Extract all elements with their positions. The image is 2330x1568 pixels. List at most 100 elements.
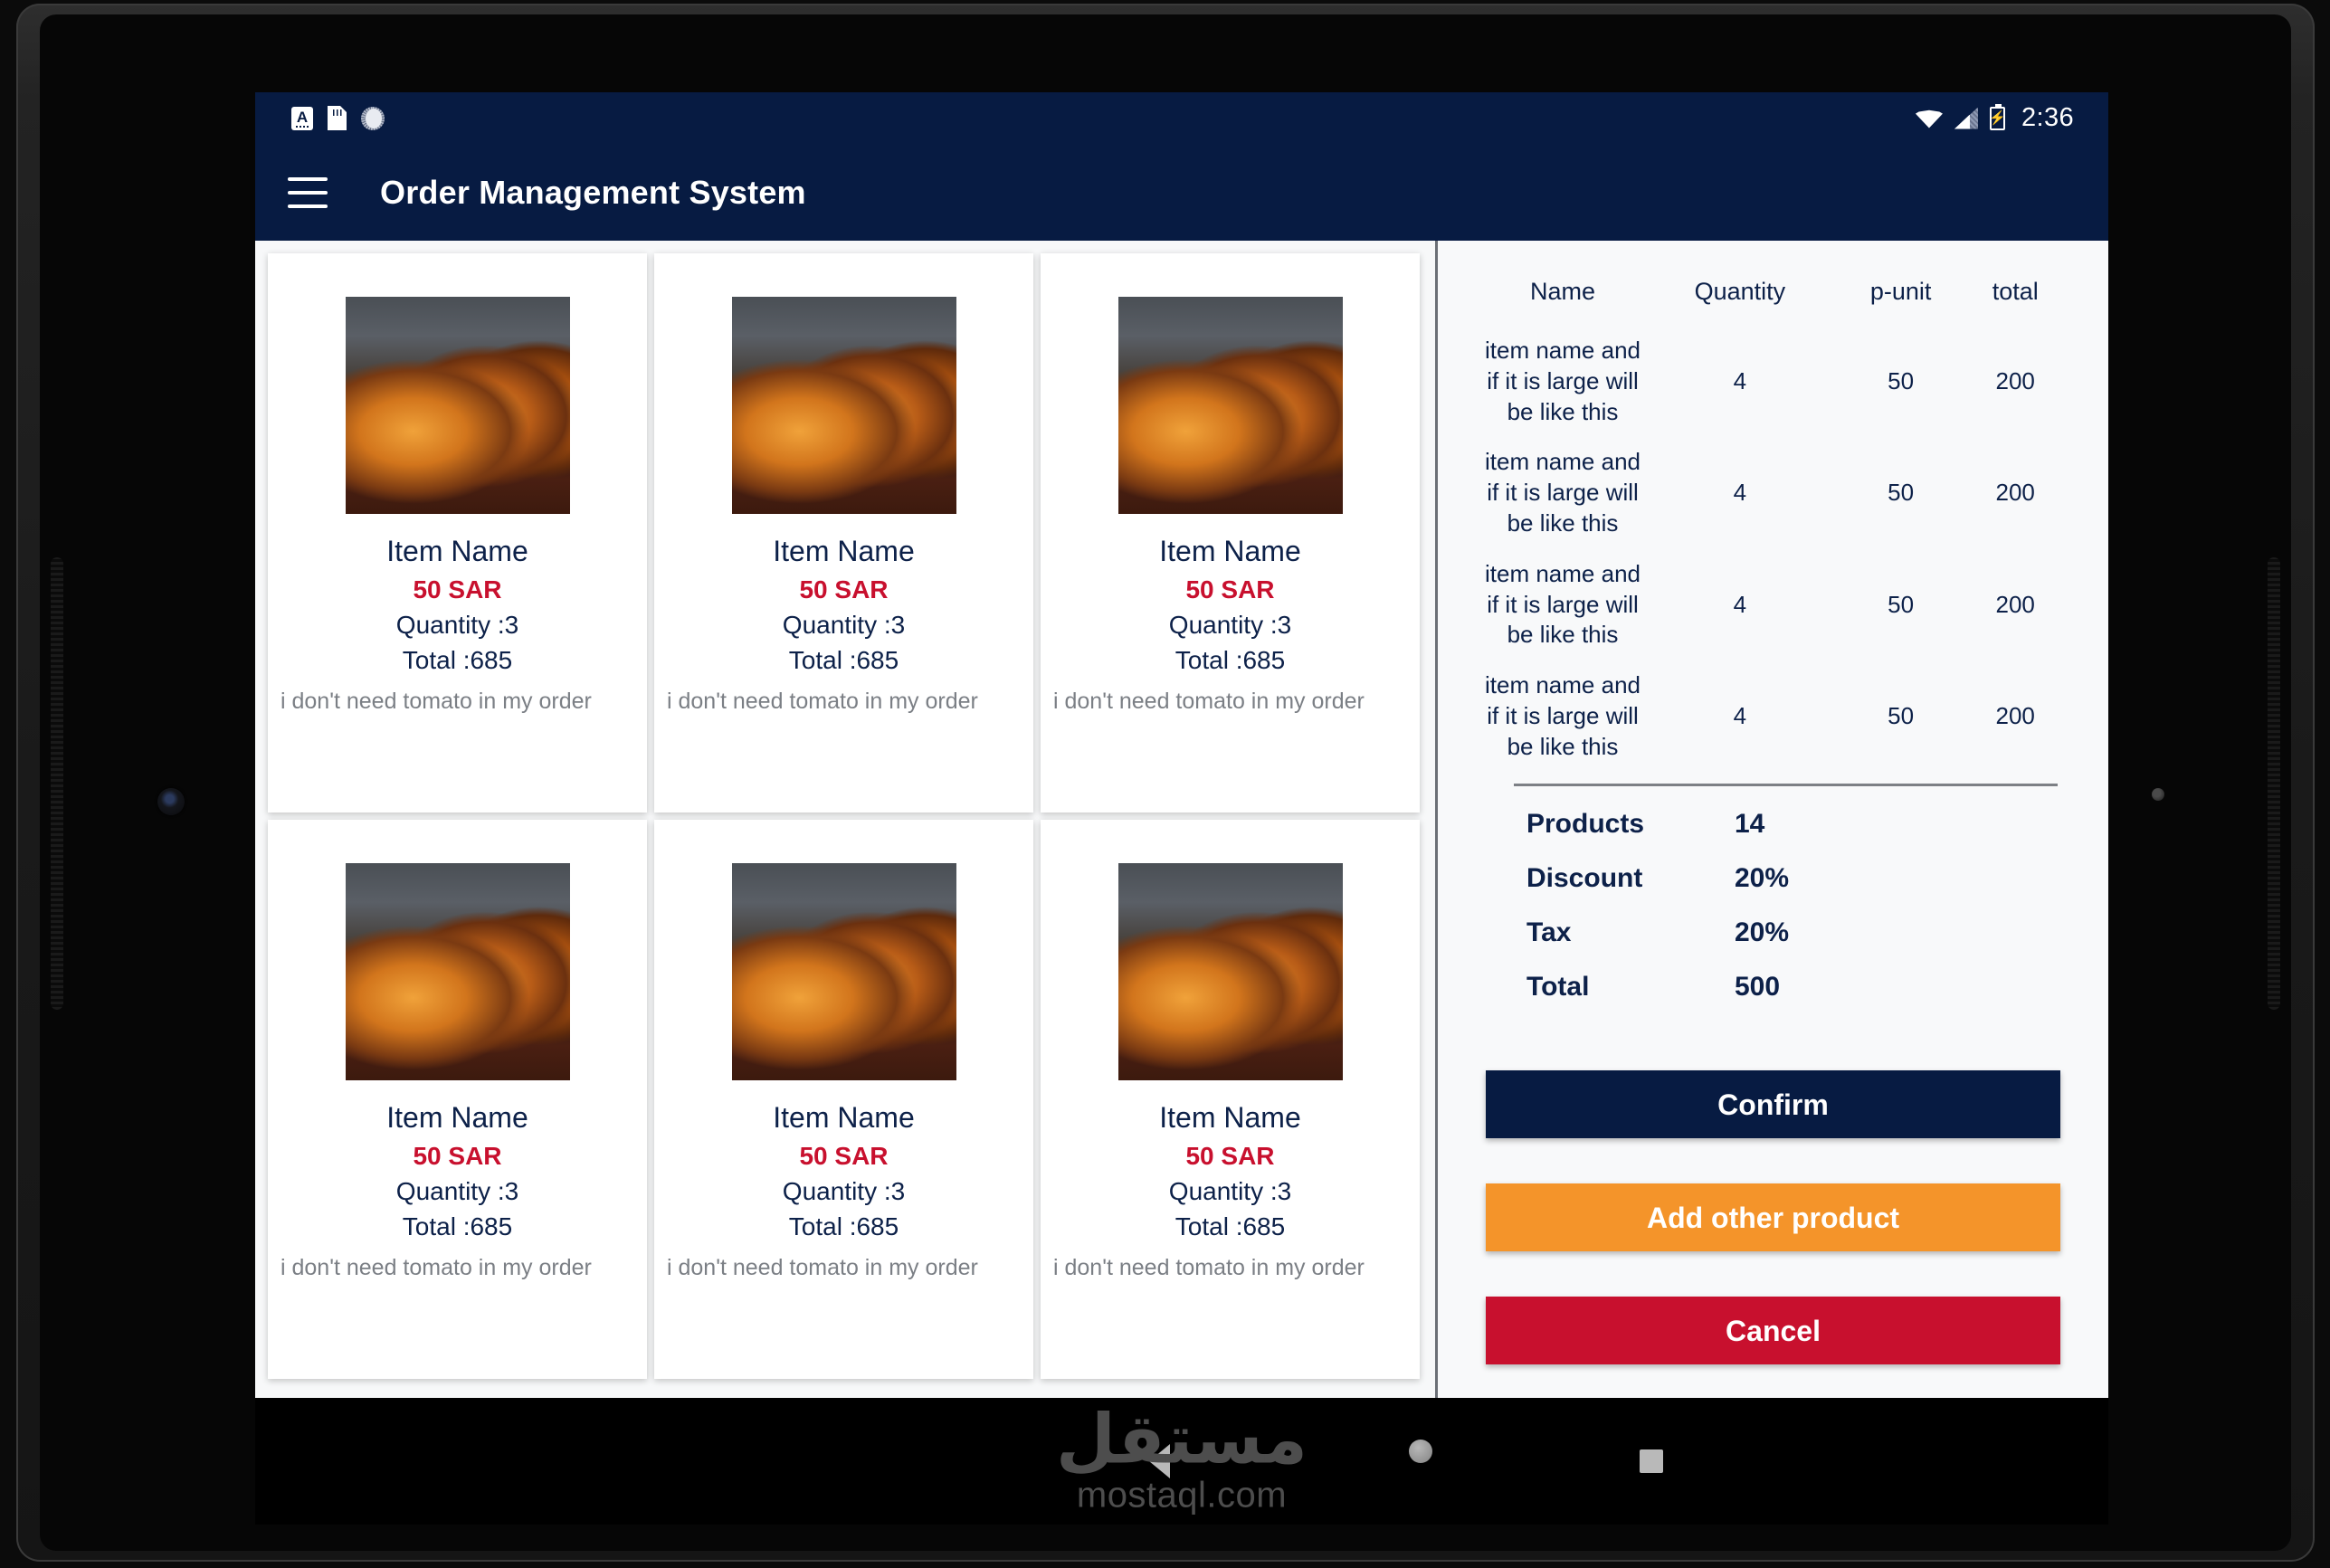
totals-label-tax: Tax [1526,917,1572,947]
cell-punit: 50 [1888,590,1915,618]
system-navigation-bar: مستقل mostaql.com [255,1398,2108,1525]
totals-value-products: 14 [1735,808,1765,839]
product-note: i don't need tomato in my order [281,689,592,714]
product-note: i don't need tomato in my order [281,1255,592,1280]
cancel-button[interactable]: Cancel [1486,1296,2060,1364]
product-note: i don't need tomato in my order [667,689,978,714]
speaker-grill-left [51,557,63,1010]
app-bar: Order Management System [255,144,2108,241]
mostaql-watermark: مستقل mostaql.com [1056,1398,1308,1516]
product-grid: Item Name 50 SAR Quantity :3 Total :685 … [255,241,1438,1398]
product-total: Total :685 [788,1212,899,1240]
product-image [1117,297,1343,514]
speaker-grill-right [2268,557,2280,1010]
watermark-arabic-text: مستقل [1056,1398,1308,1479]
product-total: Total :685 [1175,1212,1286,1240]
order-summary-panel: Name Quantity p-unit total item name and… [1438,241,2108,1398]
cell-total: 200 [1995,479,2035,507]
status-bar: 2:36 [255,92,2108,144]
product-note: i don't need tomato in my order [1053,1255,1365,1280]
cell-item-name: item name and if it is large will be lik… [1485,559,1641,649]
cell-item-name: item name and if it is large will be lik… [1485,671,1641,760]
confirm-button[interactable]: Confirm [1486,1069,2060,1138]
table-row: item name and if it is large will be lik… [1481,437,2065,548]
product-note: i don't need tomato in my order [1053,689,1365,714]
product-image [345,863,570,1080]
recents-square-icon[interactable] [1640,1449,1663,1473]
product-name: Item Name [773,1101,915,1134]
product-price: 50 SAR [799,575,889,603]
product-price: 50 SAR [1185,1142,1275,1170]
product-price: 50 SAR [413,1142,502,1170]
cell-signal-icon [1954,107,1978,129]
product-card[interactable]: Item Name 50 SAR Quantity :3 Total :685 … [268,820,647,1379]
cell-punit: 50 [1888,366,1915,394]
status-bar-right-icons: 2:36 [1915,103,2074,133]
totals-row: Products 14 [1481,797,2065,851]
totals-row: Total 500 [1481,960,2065,1014]
totals-value-discount: 20% [1735,862,1790,893]
column-header-total: total [1992,278,2039,305]
summary-divider [1514,783,2058,786]
totals-value-total: 500 [1735,971,1781,1002]
column-header-quantity: Quantity [1694,278,1786,305]
product-price: 50 SAR [413,575,502,603]
product-name: Item Name [1159,535,1301,567]
product-total: Total :685 [402,1212,513,1240]
action-buttons: Confirm Add other product Cancel [1481,1069,2065,1364]
order-totals-table: Products 14 Discount 20% Tax 20% Total 5… [1481,797,2065,1014]
column-header-name: Name [1529,278,1596,305]
app-screen: 2:36 Order Management System Item Name 5… [255,92,2108,1398]
table-row: item name and if it is large will be lik… [1481,549,2065,660]
column-header-punit: p-unit [1869,278,1932,305]
cell-total: 200 [1995,701,2035,729]
front-camera [157,788,185,815]
product-card[interactable]: Item Name 50 SAR Quantity :3 Total :685 … [654,820,1033,1379]
status-bar-left-icons [291,106,385,130]
totals-row: Discount 20% [1481,851,2065,906]
sync-circle-icon [361,106,385,130]
hamburger-menu-icon[interactable] [288,176,328,208]
product-card[interactable]: Item Name 50 SAR Quantity :3 Total :685 … [1041,253,1420,813]
product-card[interactable]: Item Name 50 SAR Quantity :3 Total :685 … [268,253,647,813]
order-items-table: Name Quantity p-unit total item name and… [1481,277,2065,773]
product-total: Total :685 [1175,646,1286,674]
main-content: Item Name 50 SAR Quantity :3 Total :685 … [255,241,2108,1398]
table-row: item name and if it is large will be lik… [1481,660,2065,772]
cell-quantity: 4 [1733,590,1747,618]
product-price: 50 SAR [1185,575,1275,603]
table-row: item name and if it is large will be lik… [1481,326,2065,437]
product-image [345,297,570,514]
product-quantity: Quantity :3 [782,611,906,639]
product-name: Item Name [1159,1101,1301,1134]
cell-quantity: 4 [1733,366,1747,394]
product-total: Total :685 [788,646,899,674]
cell-quantity: 4 [1733,479,1747,507]
product-total: Total :685 [402,646,513,674]
totals-label-discount: Discount [1526,862,1643,893]
product-image [1117,863,1343,1080]
product-name: Item Name [386,1101,528,1134]
product-quantity: Quantity :3 [1168,611,1292,639]
product-card[interactable]: Item Name 50 SAR Quantity :3 Total :685 … [1041,820,1420,1379]
product-quantity: Quantity :3 [395,611,519,639]
clock-time: 2:36 [2021,103,2074,132]
add-other-product-button[interactable]: Add other product [1486,1183,2060,1251]
tablet-device-frame: 2:36 Order Management System Item Name 5… [16,4,2315,1562]
home-circle-icon[interactable] [1409,1440,1432,1463]
cell-item-name: item name and if it is large will be lik… [1485,337,1641,425]
product-quantity: Quantity :3 [1168,1177,1292,1205]
totals-label-products: Products [1526,808,1645,839]
totals-value-tax: 20% [1735,917,1790,947]
cell-punit: 50 [1888,479,1915,507]
back-triangle-icon[interactable] [1149,1444,1170,1478]
letter-a-badge-icon [291,106,313,130]
cell-total: 200 [1995,590,2035,618]
product-card[interactable]: Item Name 50 SAR Quantity :3 Total :685 … [654,253,1033,813]
cell-total: 200 [1995,366,2035,394]
table-header-row: Name Quantity p-unit total [1481,277,2065,326]
product-note: i don't need tomato in my order [667,1255,978,1280]
battery-charging-icon [1989,103,2005,130]
sd-card-icon [328,106,347,130]
product-name: Item Name [386,535,528,567]
